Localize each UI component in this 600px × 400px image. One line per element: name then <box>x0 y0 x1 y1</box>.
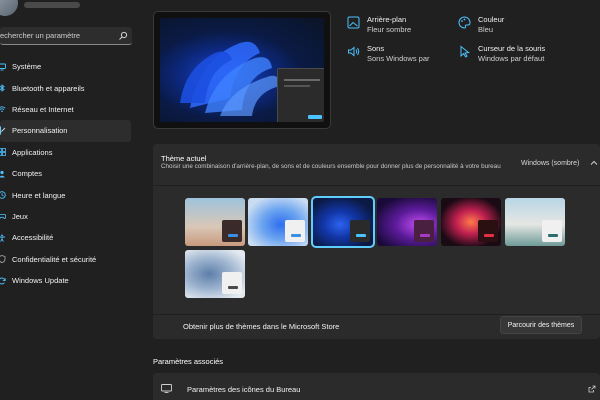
theme-thumbnail[interactable] <box>377 198 437 246</box>
theme-thumbnail[interactable] <box>185 198 245 246</box>
sidebar-item-label: Windows Update <box>12 276 69 286</box>
theme-thumbnail[interactable] <box>441 198 501 246</box>
sidebar-item-confidentialite[interactable]: Confidentialité et sécurité <box>0 249 131 270</box>
quick-setting-background[interactable]: Arrière-plan Fleur sombre <box>347 15 411 35</box>
wifi-icon <box>0 106 6 113</box>
sidebar-item-label: Personnalisation <box>12 126 68 136</box>
sidebar-item-personnalisation[interactable]: Personnalisation <box>0 120 131 142</box>
preview-wallpaper <box>160 18 324 122</box>
sidebar-item-label: Comptes <box>12 169 43 179</box>
sidebar-item-jeux[interactable]: Jeux <box>0 206 131 227</box>
cursor-value: Windows par défaut <box>478 54 545 63</box>
current-theme-header[interactable]: Thème actuel Choisir une combinaison d'a… <box>153 144 600 184</box>
sidebar: echercher un paramètre Système Bluetooth… <box>0 0 140 400</box>
profile-name-placeholder <box>24 2 80 8</box>
background-title: Arrière-plan <box>367 15 407 24</box>
related-item-label: Paramètres des icônes du Bureau <box>187 385 301 394</box>
sidebar-item-label: Confidentialité et sécurité <box>12 254 97 264</box>
theme-thumbnail[interactable] <box>311 196 375 248</box>
sidebar-item-systeme[interactable]: Système <box>0 56 131 77</box>
quick-setting-sounds[interactable]: Sons Sons Windows par <box>347 44 430 64</box>
palette-icon <box>458 16 471 29</box>
sidebar-item-heure-langue[interactable]: Heure et langue <box>0 184 131 205</box>
search-input[interactable]: echercher un paramètre <box>0 27 132 45</box>
monitor-icon <box>161 384 172 393</box>
user-profile[interactable] <box>0 0 140 20</box>
accessibility-icon <box>0 234 5 242</box>
cursor-title: Curseur de la souris <box>478 44 546 53</box>
desktop-icon-settings-link[interactable]: Paramètres des icônes du Bureau <box>153 373 600 400</box>
current-theme-value: Windows (sombre) <box>521 160 580 167</box>
theme-thumbnail[interactable] <box>505 198 565 246</box>
search-icon <box>119 31 128 40</box>
sidebar-item-label: Bluetooth et appareils <box>12 83 85 93</box>
gamepad-icon <box>0 214 6 220</box>
avatar <box>0 0 18 16</box>
color-value: Bleu <box>478 25 494 34</box>
quick-setting-color[interactable]: Couleur Bleu <box>458 15 504 35</box>
background-value: Fleur sombre <box>367 25 412 34</box>
sounds-title: Sons <box>367 44 385 53</box>
cursor-icon <box>460 45 470 58</box>
quick-setting-cursor[interactable]: Curseur de la souris Windows par défaut <box>458 44 545 64</box>
open-external-icon <box>588 385 596 393</box>
update-icon <box>0 277 6 285</box>
search-placeholder: echercher un paramètre <box>0 31 81 40</box>
color-title: Couleur <box>478 15 505 24</box>
main-content: Arrière-plan Fleur sombre Couleur Bleu S… <box>140 0 600 400</box>
sidebar-item-label: Jeux <box>12 211 28 221</box>
divider <box>153 185 600 186</box>
sidebar-item-label: Heure et langue <box>12 190 66 200</box>
current-theme-description: Choisir une combinaison d'arrière-plan, … <box>161 163 501 170</box>
current-theme-panel: Thème actuel Choisir une combinaison d'a… <box>153 144 600 339</box>
browse-themes-button[interactable]: Parcourir des thèmes <box>500 316 582 334</box>
current-theme-title: Thème actuel <box>161 154 207 163</box>
image-icon <box>347 16 360 29</box>
preview-window <box>277 68 324 122</box>
sidebar-item-accessibilite[interactable]: Accessibilité <box>0 227 131 248</box>
sounds-value: Sons Windows par <box>367 54 430 63</box>
sidebar-item-reseau[interactable]: Réseau et Internet <box>0 99 131 120</box>
shield-icon <box>0 255 6 264</box>
related-settings-heading: Paramètres associés <box>153 357 224 366</box>
sidebar-nav: Système Bluetooth et appareils Réseau et… <box>0 56 140 291</box>
sidebar-item-label: Accessibilité <box>12 233 54 243</box>
sidebar-item-bluetooth[interactable]: Bluetooth et appareils <box>0 77 131 98</box>
chevron-up-icon[interactable] <box>590 159 598 167</box>
display-icon <box>0 63 6 71</box>
speaker-icon <box>348 46 360 57</box>
sidebar-item-label: Réseau et Internet <box>12 104 74 114</box>
sidebar-item-label: Applications <box>12 147 53 157</box>
sidebar-item-applications[interactable]: Applications <box>0 142 131 163</box>
bluetooth-icon <box>0 84 5 92</box>
sidebar-item-comptes[interactable]: Comptes <box>0 163 131 184</box>
sidebar-item-label: Système <box>12 62 42 72</box>
globe-clock-icon <box>0 191 6 199</box>
theme-thumbnail[interactable] <box>248 198 308 246</box>
apps-icon <box>0 148 6 157</box>
person-icon <box>0 170 5 178</box>
theme-thumbnail[interactable] <box>185 250 245 298</box>
store-themes-text: Obtenir plus de thèmes dans le Microsoft… <box>183 322 340 331</box>
active-indicator <box>0 126 1 136</box>
sidebar-item-windows-update[interactable]: Windows Update <box>0 270 131 291</box>
theme-preview <box>153 11 331 129</box>
divider <box>153 314 600 315</box>
